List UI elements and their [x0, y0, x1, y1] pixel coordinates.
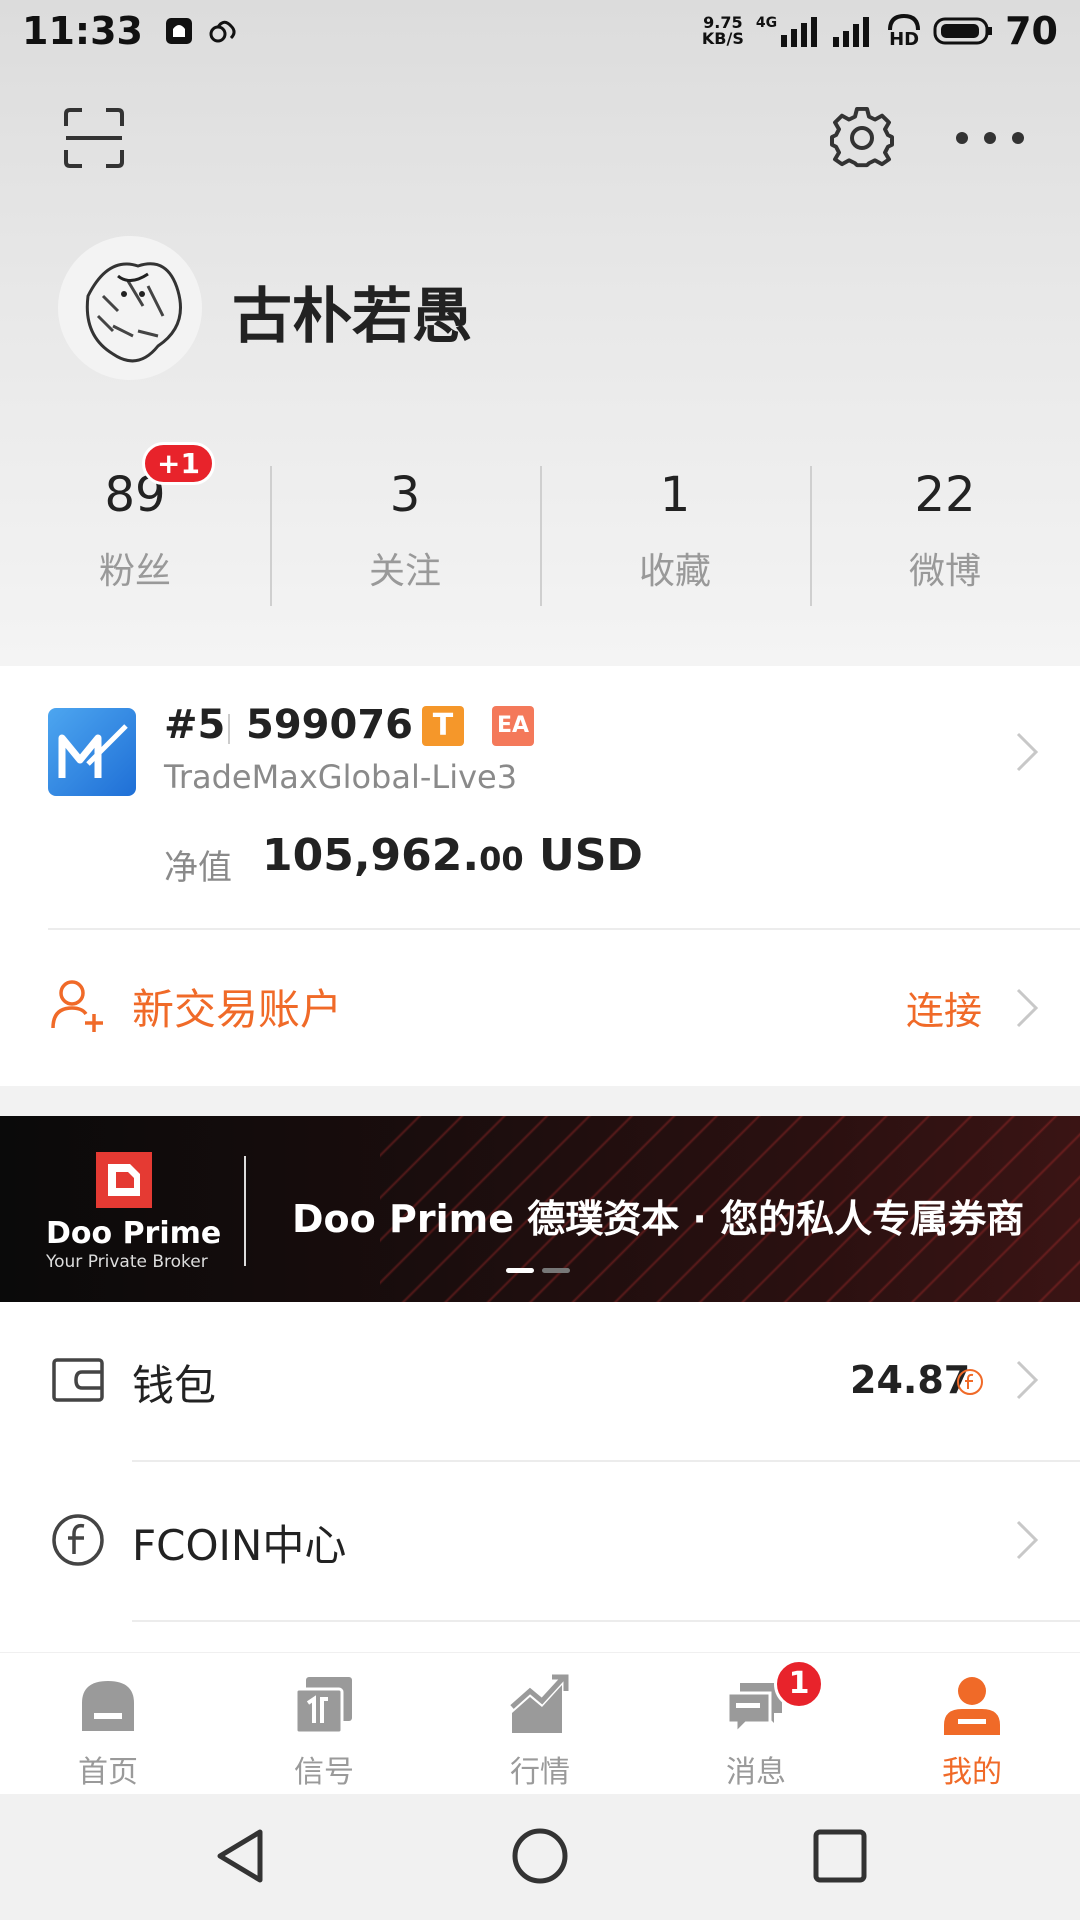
tiger-avatar-image	[58, 236, 202, 380]
fcoin-icon	[957, 1369, 983, 1395]
stat-value: 3	[389, 467, 421, 523]
chevron-right-icon	[1016, 732, 1039, 772]
network-speed: 9.75 KB/S	[701, 13, 744, 48]
tag-ea-badge: EA	[492, 706, 534, 746]
account-rank: #5	[164, 702, 226, 748]
tab-home[interactable]: 首页	[0, 1653, 216, 1794]
fcoin-center-row[interactable]: FCOIN中心	[0, 1462, 1080, 1620]
carousel-indicator	[506, 1268, 570, 1273]
tab-signals[interactable]: 信号	[216, 1653, 432, 1794]
unread-messages-badge: 1	[774, 1659, 824, 1709]
account-server: TradeMaxGlobal-Live3	[164, 758, 518, 796]
signals-icon	[294, 1677, 352, 1735]
divider	[132, 1620, 1080, 1622]
home-button-icon[interactable]	[510, 1826, 570, 1886]
broker-logo	[48, 708, 136, 796]
fcoin-center-icon	[52, 1514, 104, 1566]
stat-value: 89	[104, 467, 166, 523]
tab-label: 消息	[726, 1755, 786, 1790]
banner-tagline: Your Private Broker	[46, 1252, 208, 1272]
stat-label: 收藏	[638, 551, 711, 592]
notification-icon	[165, 18, 192, 44]
home-icon	[82, 1681, 134, 1731]
divider	[228, 714, 230, 744]
wallet-icon	[52, 1358, 104, 1402]
connect-button[interactable]: 连接	[906, 980, 982, 1035]
wallet-balance: 24.87	[850, 1358, 971, 1402]
equity-label: 净值	[164, 848, 232, 888]
stat-label: 微博	[908, 551, 981, 592]
signal-icon	[833, 17, 870, 47]
stat-value: 22	[914, 467, 976, 523]
market-chart-icon	[510, 1674, 569, 1733]
stat-favorites[interactable]: 1 收藏	[540, 460, 810, 610]
doo-prime-logo-icon	[96, 1152, 152, 1208]
recent-apps-icon[interactable]	[810, 1826, 870, 1886]
tab-messages[interactable]: 1 消息	[648, 1653, 864, 1794]
add-user-icon	[51, 980, 103, 1032]
account-id: 599076	[246, 702, 413, 748]
tab-label: 我的	[942, 1755, 1002, 1790]
system-navigation-bar	[0, 1794, 1080, 1920]
stat-followers[interactable]: 89 粉丝 +1	[0, 442, 270, 610]
scan-icon[interactable]	[62, 106, 126, 170]
more-icon[interactable]	[950, 118, 1030, 158]
carousel-dot	[506, 1268, 534, 1273]
status-time: 11:33	[22, 9, 143, 53]
tab-label: 信号	[294, 1755, 354, 1790]
signal-4g-icon: 4G	[756, 15, 819, 47]
wallet-row[interactable]: 钱包 24.87	[0, 1302, 1080, 1460]
battery-level: 70	[1005, 9, 1058, 53]
status-bar: 11:33 9.75 KB/S 4G HD 70	[0, 0, 1080, 62]
stat-weibo[interactable]: 22 微博	[810, 460, 1080, 610]
bottom-tab-bar: 首页 信号 行情 1 消息 我的	[0, 1652, 1080, 1794]
tag-t-badge: T	[422, 706, 464, 746]
wallet-label: 钱包	[132, 1361, 217, 1410]
new-followers-badge: +1	[142, 442, 215, 485]
tab-market[interactable]: 行情	[432, 1653, 648, 1794]
equity-value: 105,962.00 USD	[262, 830, 643, 881]
user-profile-icon	[944, 1677, 1000, 1735]
promo-banner[interactable]: Doo Prime Your Private Broker Doo Prime …	[0, 1116, 1080, 1302]
stat-label: 关注	[368, 551, 441, 592]
gear-icon[interactable]	[830, 106, 894, 170]
tab-label: 首页	[78, 1755, 138, 1790]
profile-stats: 89 粉丝 +1 3 关注 1 收藏 22 微博	[0, 442, 1080, 610]
stat-following[interactable]: 3 关注	[270, 460, 540, 610]
tab-me[interactable]: 我的	[864, 1653, 1080, 1794]
new-account-label: 新交易账户	[132, 985, 343, 1034]
account-row[interactable]: #5 599076 T EA TradeMaxGlobal-Live3 净值 1…	[0, 666, 1080, 926]
back-icon[interactable]	[210, 1826, 270, 1886]
stat-label: 粉丝	[98, 551, 171, 592]
divider	[244, 1156, 246, 1266]
banner-brand: Doo Prime	[46, 1216, 222, 1251]
chevron-right-icon	[1016, 1360, 1039, 1400]
fcoin-center-label: FCOIN中心	[132, 1521, 347, 1570]
carousel-dot	[542, 1268, 570, 1273]
tab-label: 行情	[510, 1755, 570, 1790]
username[interactable]: 古朴若愚	[232, 268, 472, 355]
battery-icon	[933, 17, 993, 45]
avatar[interactable]	[58, 236, 202, 380]
section-gap	[0, 1086, 1080, 1116]
trading-account-card: #5 599076 T EA TradeMaxGlobal-Live3 净值 1…	[0, 666, 1080, 1086]
banner-headline: Doo Prime 德璞资本 · 您的私人专属券商	[292, 1197, 1025, 1241]
stat-value: 1	[659, 467, 691, 523]
link-icon	[209, 20, 236, 43]
chevron-right-icon	[1016, 1520, 1039, 1560]
chevron-right-icon	[1016, 988, 1039, 1028]
hd-call-icon: HD	[887, 14, 921, 49]
